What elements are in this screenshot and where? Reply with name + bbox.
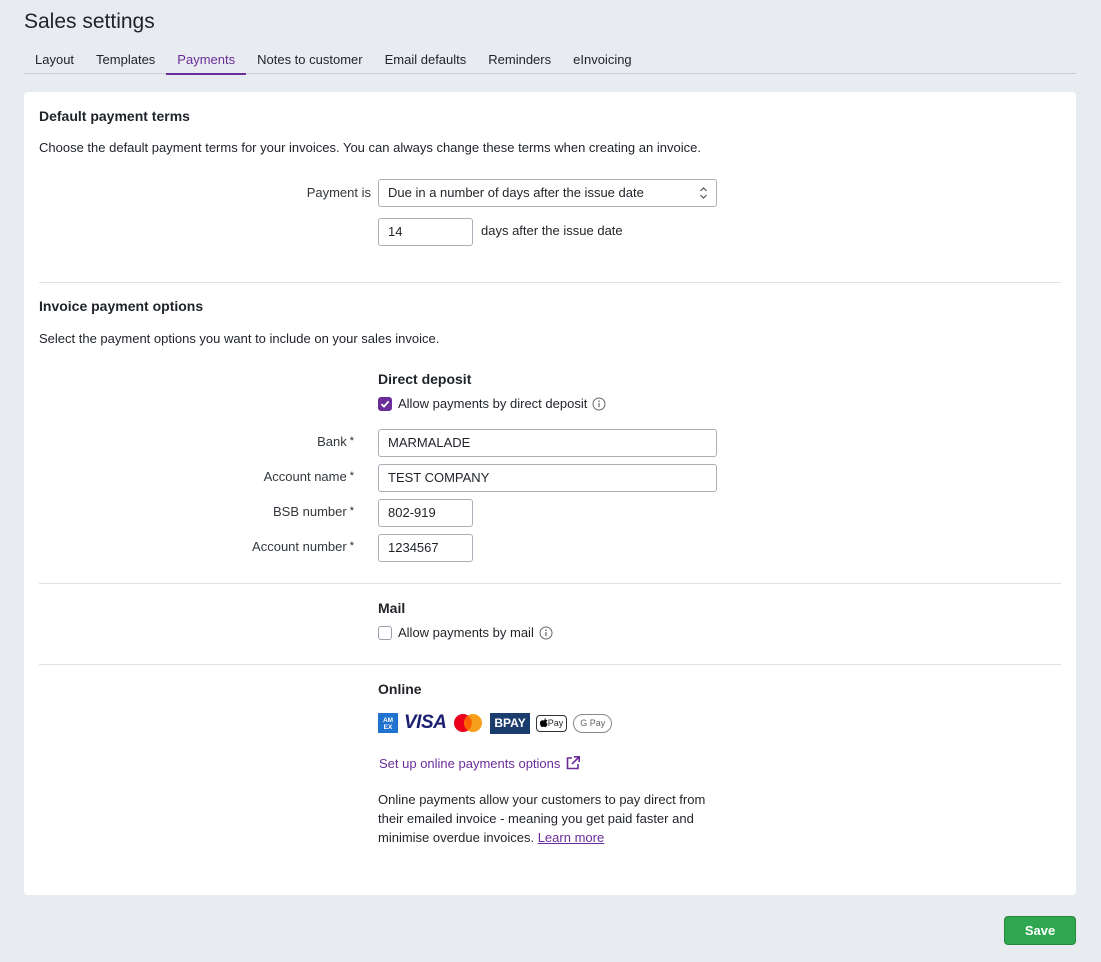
tab-bar: Layout Templates Payments Notes to custo… [24,44,1076,75]
account-name-label: Account name * [24,469,354,484]
tab-notes-to-customer[interactable]: Notes to customer [246,44,374,74]
save-button[interactable]: Save [1004,916,1076,945]
bpay-logo-icon: BPAY [490,712,530,734]
direct-deposit-checkbox-label: Allow payments by direct deposit [398,396,588,411]
tab-email-defaults[interactable]: Email defaults [374,44,478,74]
bank-label-text: Bank [317,434,347,449]
svg-text:AM: AM [383,717,393,724]
payment-terms-heading: Default payment terms [39,108,190,124]
svg-text:EX: EX [384,724,393,731]
external-link-icon [567,756,581,770]
mail-checkbox-label: Allow payments by mail [398,625,534,640]
tab-templates[interactable]: Templates [85,44,166,74]
bank-label: Bank * [24,434,354,449]
bsb-number-input[interactable]: 802-919 [378,499,473,527]
setup-online-payments-link[interactable]: Set up online payments options [379,755,581,771]
setup-online-payments-link-text: Set up online payments options [379,755,561,771]
payment-is-label: Payment is [306,185,371,200]
account-number-input[interactable]: 1234567 [378,534,473,562]
payment-logos: AM EX VISA BPAY Pay G Pay [378,712,613,734]
payment-terms-description: Choose the default payment terms for you… [39,140,701,155]
account-name-input[interactable]: TEST COMPANY [378,464,717,492]
days-input[interactable]: 14 [378,218,473,246]
online-heading: Online [378,681,422,697]
apple-pay-text: Pay [547,718,564,728]
checkmark-icon [380,400,390,408]
bsb-number-label-text: BSB number [273,504,347,519]
account-number-label-text: Account number [252,539,347,554]
direct-deposit-heading: Direct deposit [378,371,472,387]
account-name-label-text: Account name [263,469,347,484]
divider [39,282,1061,283]
google-pay-logo-icon: G Pay [573,713,613,733]
divider [39,583,1061,584]
apple-icon [539,718,548,727]
online-payments-description: Online payments allow your customers to … [378,790,718,847]
payment-terms-select-value: Due in a number of days after the issue … [388,185,644,200]
direct-deposit-checkbox[interactable] [378,396,392,411]
account-number-label: Account number * [24,539,354,554]
mail-heading: Mail [378,600,406,616]
page-title: Sales settings [24,10,155,33]
tab-einvoicing[interactable]: eInvoicing [562,44,643,74]
direct-deposit-checkbox-row[interactable]: Allow payments by direct deposit [378,396,606,411]
divider [39,664,1061,665]
mail-checkbox[interactable] [378,625,392,640]
payment-options-description: Select the payment options you want to i… [39,331,440,346]
required-marker: * [349,540,354,552]
payment-terms-select[interactable]: Due in a number of days after the issue … [378,179,717,207]
apple-pay-logo-icon: Pay [535,714,568,732]
mail-checkbox-row[interactable]: Allow payments by mail [378,625,553,640]
tab-payments[interactable]: Payments [166,44,247,75]
tab-layout[interactable]: Layout [24,44,85,74]
select-chevron-icon [700,187,707,199]
tab-reminders[interactable]: Reminders [477,44,562,74]
visa-logo-icon: VISA [404,712,447,733]
required-marker: * [349,470,354,482]
days-suffix-label: days after the issue date [481,223,623,238]
info-icon[interactable] [592,397,606,411]
amex-logo-icon: AM EX [378,713,398,733]
bank-input[interactable]: MARMALADE [378,429,717,457]
required-marker: * [349,505,354,517]
mastercard-logo-icon [454,714,483,732]
learn-more-link[interactable]: Learn more [538,830,604,845]
required-marker: * [349,435,354,447]
info-icon[interactable] [539,626,553,640]
payment-options-heading: Invoice payment options [39,298,204,314]
settings-card: Default payment terms Choose the default… [24,92,1076,895]
bsb-number-label: BSB number * [24,504,354,519]
